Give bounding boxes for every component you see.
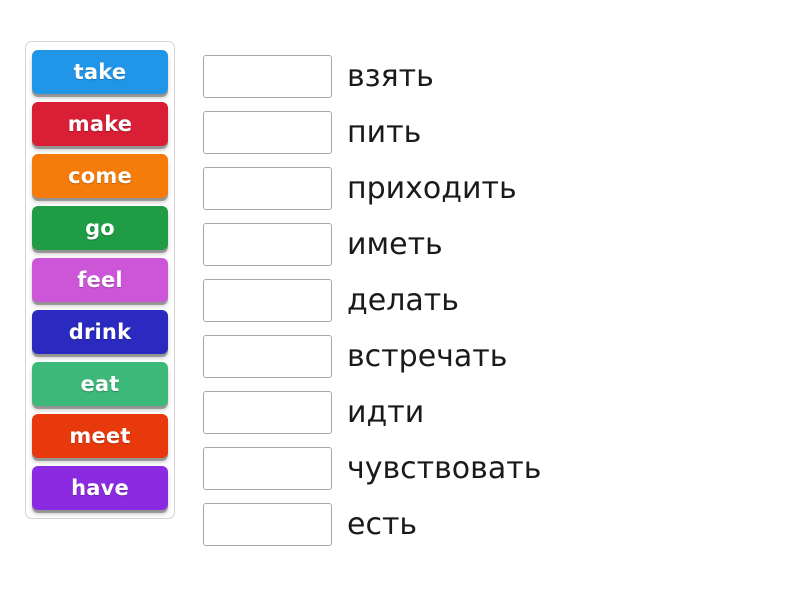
word-tile-go[interactable]: go [32,206,168,250]
answer-row: есть [203,502,541,547]
dropzone-6[interactable] [203,335,332,378]
word-tile-label: go [85,216,115,240]
translation-text: идти [347,394,425,430]
answer-row: встречать [203,334,541,379]
translation-text: приходить [347,170,517,206]
answer-row: делать [203,278,541,323]
answer-row: чувствовать [203,446,541,491]
matching-exercise: take make come go feel drink eat meet have взять… [0,0,800,600]
answer-row: приходить [203,166,541,211]
translation-text: встречать [347,338,508,374]
word-tile-label: drink [68,320,132,344]
word-tile-drink[interactable]: drink [32,310,168,354]
word-tile-label: make [67,112,133,136]
translation-text: пить [347,114,422,150]
answer-row: пить [203,110,541,155]
word-tile-come[interactable]: come [32,154,168,198]
dropzone-9[interactable] [203,503,332,546]
dropzone-1[interactable] [203,55,332,98]
dropzone-5[interactable] [203,279,332,322]
word-tile-take[interactable]: take [32,50,168,94]
word-tile-label: take [73,60,127,84]
translation-text: взять [347,58,434,94]
word-tile-label: meet [69,424,131,448]
translation-text: чувствовать [347,450,542,486]
word-tile-eat[interactable]: eat [32,362,168,406]
answer-rows: взять пить приходить иметь делать встречать ид… [203,54,541,547]
dropzone-7[interactable] [203,391,332,434]
answer-row: взять [203,54,541,99]
dropzone-4[interactable] [203,223,332,266]
word-tile-meet[interactable]: meet [32,414,168,458]
translation-text: есть [347,506,418,542]
word-tile-label: feel [77,268,123,292]
dropzone-3[interactable] [203,167,332,210]
word-tile-feel[interactable]: feel [32,258,168,302]
word-tile-label: come [68,164,132,188]
word-tile-label: eat [80,372,120,396]
dropzone-2[interactable] [203,111,332,154]
answer-row: иметь [203,222,541,267]
translation-text: делать [347,282,459,318]
word-tile-make[interactable]: make [32,102,168,146]
word-tile-have[interactable]: have [32,466,168,510]
word-tile-label: have [71,476,129,500]
tile-bank: take make come go feel drink eat meet have [25,41,175,519]
dropzone-8[interactable] [203,447,332,490]
translation-text: иметь [347,226,443,262]
answer-row: идти [203,390,541,435]
